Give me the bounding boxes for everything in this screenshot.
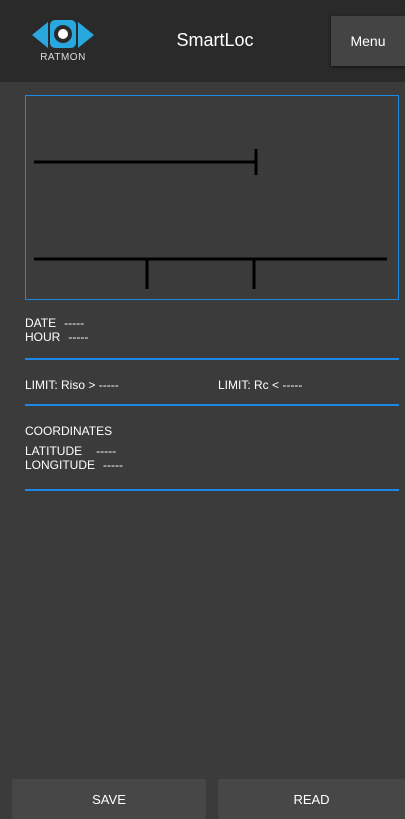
longitude-label: LONGITUDE — [25, 458, 96, 472]
menu-button[interactable]: Menu — [331, 16, 405, 66]
date-hour-section: DATE ----- HOUR ----- — [25, 316, 88, 344]
divider-2 — [25, 404, 399, 406]
rc-limit: LIMIT: Rc < ----- — [218, 378, 302, 392]
app-title: SmartLoc — [176, 30, 254, 50]
date-label: DATE — [25, 316, 57, 330]
latitude-label: LATITUDE — [25, 444, 83, 458]
date-value: ----- — [64, 316, 85, 330]
app-header: RATMON SmartLoc Menu — [0, 0, 405, 82]
ratmon-logo: RATMON — [26, 18, 100, 66]
latitude-value: ----- — [96, 444, 117, 458]
coordinates-section: COORDINATES LATITUDE ----- LONGITUDE ---… — [25, 424, 123, 472]
divider-1 — [25, 358, 399, 360]
riso-limit-value: ----- — [98, 378, 119, 392]
logo-text: RATMON — [40, 52, 86, 63]
divider-3 — [25, 489, 399, 491]
cable-diagram — [25, 95, 399, 300]
cable-diagram-graphic — [34, 149, 387, 289]
eye-logo-icon — [32, 20, 94, 48]
coordinates-title: COORDINATES — [25, 424, 113, 438]
riso-limit: LIMIT: Riso > ----- — [25, 378, 119, 392]
read-button[interactable]: READ — [218, 779, 405, 819]
longitude-value: ----- — [103, 458, 123, 472]
riso-limit-label: LIMIT: Riso > — [25, 378, 96, 392]
rc-limit-label: LIMIT: Rc < — [218, 378, 280, 392]
hour-value: ----- — [68, 330, 89, 344]
save-button[interactable]: SAVE — [12, 779, 206, 819]
hour-label: HOUR — [25, 330, 61, 344]
rc-limit-value: ----- — [282, 378, 303, 392]
